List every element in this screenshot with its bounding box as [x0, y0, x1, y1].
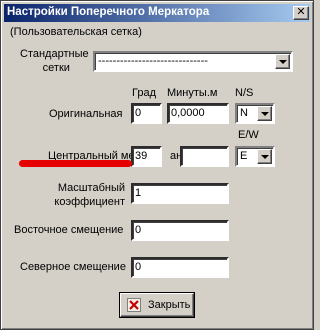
chevron-down-icon[interactable] [275, 54, 290, 69]
false-northing-label: Северное смещение [20, 261, 126, 273]
window-title: Настройки Поперечного Меркатора [7, 6, 210, 18]
original-minutes-field[interactable]: 0,0000 [167, 103, 229, 124]
standard-grids-label-line1: Стандартные [20, 48, 89, 60]
red-highlight-stroke [19, 160, 132, 167]
false-northing-field[interactable]: 0 [131, 257, 229, 278]
close-button[interactable]: Закрыть [120, 293, 194, 317]
ns-column-header: N/S [235, 87, 254, 99]
central-meridian-ew-value: E [240, 150, 248, 162]
close-icon: ✕ [296, 6, 306, 18]
close-x-icon [127, 298, 141, 312]
title-bar[interactable]: Настройки Поперечного Меркатора ✕ [4, 4, 310, 22]
minutes-column-header: Минуты.м [167, 87, 218, 99]
standard-grids-label-line2: сетки [42, 62, 70, 74]
false-easting-label: Восточное смещение [14, 224, 124, 236]
central-meridian-deg-field[interactable]: 39 [131, 146, 162, 167]
standard-grids-select[interactable]: ------------------------------ [93, 51, 293, 72]
central-meridian-minutes-field[interactable] [180, 146, 229, 167]
chevron-down-icon[interactable] [257, 149, 272, 164]
original-ns-select[interactable]: N [235, 103, 275, 124]
scale-factor-field[interactable]: 1 [131, 183, 229, 204]
standard-grids-label: Стандартные сетки [20, 47, 89, 75]
false-easting-field[interactable]: 0 [131, 220, 229, 241]
scale-factor-label-line1: Масштабный [57, 182, 125, 194]
central-meridian-ew-select[interactable]: E [235, 146, 275, 167]
original-ns-value: N [240, 107, 248, 119]
standard-grids-value: ------------------------------ [98, 55, 208, 67]
original-deg-field[interactable]: 0 [131, 103, 162, 124]
scale-factor-label-line2: коэффициент [54, 196, 125, 208]
deg-column-header: Град [132, 87, 156, 99]
scale-factor-label: Масштабный коэффициент [29, 181, 125, 209]
grid-type-caption: (Пользовательская сетка) [10, 26, 142, 38]
transverse-mercator-dialog: Настройки Поперечного Меркатора ✕ (Польз… [0, 0, 314, 330]
close-window-button[interactable]: ✕ [293, 6, 309, 20]
ew-column-header: E/W [238, 129, 259, 141]
close-button-label: Закрыть [148, 299, 191, 311]
original-label: Оригинальная [49, 108, 123, 120]
chevron-down-icon[interactable] [257, 106, 272, 121]
